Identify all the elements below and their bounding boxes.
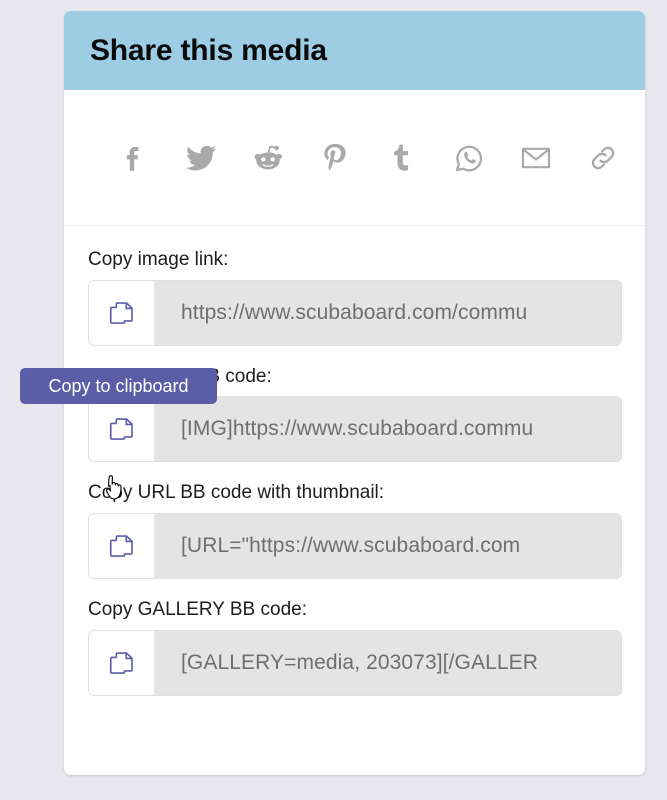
social-share-whatsapp[interactable] [435,128,502,188]
email-icon [519,141,553,175]
copy-value-text[interactable]: https://www.scubaboard.com/commu [155,281,621,345]
copy-value-text[interactable]: [IMG]https://www.scubaboard.commu [155,397,621,461]
copy-row: https://www.scubaboard.com/commu [88,279,622,346]
facebook-icon [117,141,151,175]
social-share-twitter[interactable] [167,128,234,188]
copy-icon [107,414,137,444]
whatsapp-icon [452,141,486,175]
reddit-icon [251,141,285,175]
social-share-pinterest[interactable] [301,128,368,188]
copy-icon [107,531,137,561]
social-share-row [64,90,645,226]
twitter-icon [183,140,219,176]
dialog-header: Share this media [64,11,645,90]
tooltip-label: Copy to clipboard [48,375,189,396]
field-copy-url-bb-code-thumbnail: Copy URL BB code with thumbnail: [URL="h… [88,481,622,580]
field-label: Copy GALLERY BB code: [88,599,307,621]
copy-to-clipboard-button[interactable] [89,630,155,695]
social-share-reddit[interactable] [234,128,301,188]
field-copy-image-link: Copy image link: https://www.scubaboard.… [88,248,622,346]
field-label: Copy image link: [88,249,229,270]
copy-value-text[interactable]: [GALLERY=media, 203073][/GALLER [155,631,621,695]
page-title: Share this media [90,33,327,67]
copy-row: [IMG]https://www.scubaboard.commu [88,396,622,463]
copy-icon [107,298,137,328]
copy-to-clipboard-button[interactable] [89,397,155,462]
social-share-email[interactable] [502,128,569,188]
link-icon [586,141,620,175]
field-label: Copy URL BB code with thumbnail: [88,482,385,504]
social-share-facebook[interactable] [100,128,167,188]
copy-row: [URL="https://www.scubaboard.com [88,513,622,580]
social-share-tumblr[interactable] [368,128,435,188]
copy-to-clipboard-button[interactable] [89,280,155,345]
copy-to-clipboard-tooltip: Copy to clipboard [20,368,217,404]
copy-to-clipboard-button[interactable] [89,514,155,579]
tumblr-icon [386,142,418,174]
pinterest-icon [318,141,352,175]
copy-icon [107,648,137,678]
social-share-link[interactable] [569,128,636,188]
share-fields-list: Copy image link: https://www.scubaboard.… [64,226,645,696]
copy-row: [GALLERY=media, 203073][/GALLER [88,629,622,696]
field-copy-gallery-bb-code: Copy GALLERY BB code: [GALLERY=media, 20… [88,598,622,696]
copy-value-text[interactable]: [URL="https://www.scubaboard.com [155,514,621,578]
